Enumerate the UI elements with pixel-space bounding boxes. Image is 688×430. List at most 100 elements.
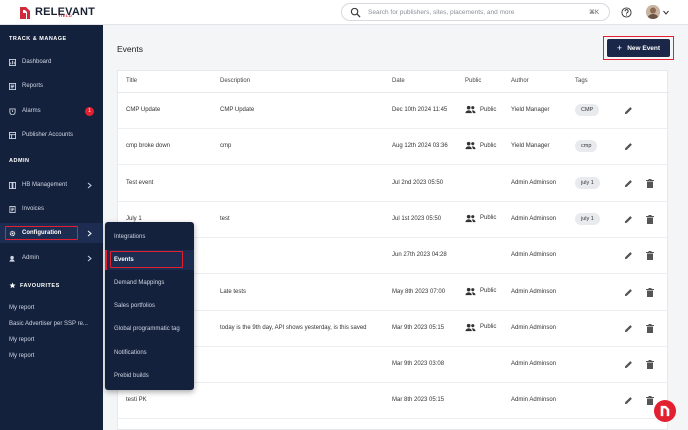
event-author: Admin Adminson [511, 179, 557, 186]
plus-icon: + [616, 42, 623, 53]
help-icon[interactable] [621, 7, 632, 18]
edit-icon[interactable] [624, 106, 633, 115]
edit-icon[interactable] [624, 324, 633, 333]
events-highlight [110, 251, 183, 268]
event-public: Public [465, 214, 496, 223]
support-chat-button[interactable] [654, 400, 676, 422]
table-row[interactable]: July 1 test Jul 1st 2023 05:50 Public Admin … [118, 202, 669, 238]
delete-icon[interactable] [646, 251, 654, 261]
table-row[interactable]: Mar 9th 2023 03:08 Admin Adminson [118, 347, 669, 384]
event-date: Mar 9th 2023 03:08 [392, 361, 445, 368]
favourite-item[interactable]: My report [9, 353, 34, 359]
sidebar-item-label: Publisher Accounts [22, 132, 74, 138]
section-title-track: TRACK & MANAGE [9, 36, 67, 42]
sidebar-item-label: HB Management [22, 182, 68, 188]
event-public: Public [465, 287, 496, 296]
edit-icon[interactable] [624, 360, 633, 369]
delete-icon[interactable] [646, 396, 654, 406]
public-label: Public [480, 215, 497, 222]
event-public: Public [465, 323, 496, 332]
sidebar-item-label: Dashboard [22, 59, 52, 65]
event-author: Admin Adminson [511, 397, 557, 404]
table-row[interactable]: Jun 27th 2023 04:28 Admin Adminson [118, 238, 669, 275]
edit-icon[interactable] [624, 142, 633, 151]
alarm-icon [9, 107, 16, 115]
edit-icon[interactable] [624, 179, 633, 188]
column-header-tags[interactable]: Tags [575, 78, 588, 84]
sidebar-item-admin[interactable]: Admin [0, 248, 103, 268]
favourite-item[interactable]: My report [9, 337, 34, 343]
table-row[interactable]: testi PK Mar 8th 2023 05:15 Admin Adminson [118, 383, 669, 420]
configuration-menu: Integrations Events Demand Mappings Sale… [105, 222, 194, 390]
column-header-description[interactable]: Description [220, 78, 250, 84]
edit-icon[interactable] [624, 396, 633, 405]
search-bar[interactable]: Search for publishers, sites, placements… [341, 3, 610, 21]
event-description: Late tests [220, 288, 247, 295]
event-date: Dec 10th 2024 11:45 [392, 107, 448, 113]
app-logo[interactable]: RELEVANT [18, 4, 95, 21]
menu-item-label: Notifications [114, 350, 147, 356]
people-icon [465, 323, 476, 331]
event-author: Admin Adminson [511, 288, 557, 295]
chevron-down-icon[interactable] [663, 10, 669, 15]
delete-icon[interactable] [646, 178, 654, 188]
table-row[interactable]: CMP Update CMP Update Dec 10th 2024 11:45 P… [118, 93, 669, 129]
menu-item-sales-portfolios[interactable]: Sales portfolios [105, 296, 194, 316]
event-description: test [220, 215, 230, 222]
event-tag: july 1 [575, 212, 600, 225]
menu-item-label: Global programmatic tag [114, 326, 180, 332]
column-header-public[interactable]: Public [465, 78, 481, 84]
delete-icon[interactable] [646, 287, 654, 297]
people-icon [465, 105, 476, 114]
event-date: Jul 2nd 2023 05:50 [392, 179, 444, 186]
event-date: Mar 8th 2023 05:15 [392, 397, 445, 404]
menu-item-global-programmatic-tag[interactable]: Global programmatic tag [105, 319, 194, 339]
delete-icon[interactable] [646, 214, 654, 224]
edit-icon[interactable] [624, 215, 633, 224]
table-row[interactable]: cmp broke down cmp Aug 12th 2024 03:36 Publ… [118, 129, 669, 166]
event-author: Admin Adminson [511, 361, 557, 368]
column-header-date[interactable]: Date [392, 78, 405, 84]
user-avatar[interactable] [646, 5, 660, 19]
people-icon [465, 287, 476, 295]
table-header: Title Description Date Public Author Tag… [118, 71, 669, 93]
alarm-count-badge: 1 [85, 106, 94, 116]
event-public: Public [465, 105, 496, 114]
menu-item-prebid-builds[interactable]: Prebid builds [105, 366, 194, 386]
sidebar-item-publisher-accounts[interactable]: Publisher Accounts [0, 125, 103, 145]
event-description: today is the 9th day, API shows yesterda… [220, 324, 367, 331]
edit-icon[interactable] [624, 251, 633, 260]
event-date: May 8th 2023 07:00 [392, 288, 446, 295]
sidebar-item-label: Admin [22, 255, 40, 261]
column-header-author[interactable]: Author [511, 78, 529, 84]
event-description: cmp [220, 143, 232, 150]
table-row[interactable]: Late tests May 8th 2023 07:00 Public Admin … [118, 275, 669, 311]
events-table: Title Description Date Public Author Tag… [117, 70, 669, 430]
new-event-label: New Event [627, 44, 661, 52]
menu-item-integrations[interactable]: Integrations [105, 227, 194, 247]
sidebar-item-dashboard[interactable]: Dashboard [0, 52, 103, 72]
favourite-item[interactable]: Basic Advertiser per SSP re... [9, 321, 88, 327]
sidebar-item-reports[interactable]: Reports [0, 76, 103, 96]
public-label: Public [480, 106, 497, 113]
delete-icon[interactable] [646, 323, 654, 333]
sidebar-item-invoices[interactable]: Invoices [0, 199, 103, 219]
publisher-icon [9, 131, 16, 139]
public-label: Public [480, 288, 497, 294]
delete-icon[interactable] [646, 360, 654, 370]
sidebar-item-alarms[interactable]: Alarms 1 [0, 101, 103, 121]
menu-item-demand-mappings[interactable]: Demand Mappings [105, 273, 194, 293]
sidebar-item-hb-management[interactable]: HB Management [0, 175, 103, 195]
table-row[interactable]: Test event Jul 2nd 2023 05:50 Admin Admins… [118, 166, 669, 202]
new-event-button[interactable]: + New Event [607, 39, 670, 57]
menu-item-notifications[interactable]: Notifications [105, 343, 194, 363]
search-input[interactable]: Search for publishers, sites, placements… [368, 9, 514, 16]
table-row[interactable]: daytoday is the 9th day, API shows yeste… [118, 311, 669, 347]
event-public: Public [465, 141, 496, 150]
column-header-title[interactable]: Title [126, 78, 137, 84]
edit-icon[interactable] [624, 288, 633, 297]
star-icon [9, 282, 16, 289]
favourite-item[interactable]: My report [9, 305, 34, 311]
sidebar-item-label: Invoices [22, 206, 45, 212]
sidebar-item-label: Alarms [22, 108, 41, 114]
